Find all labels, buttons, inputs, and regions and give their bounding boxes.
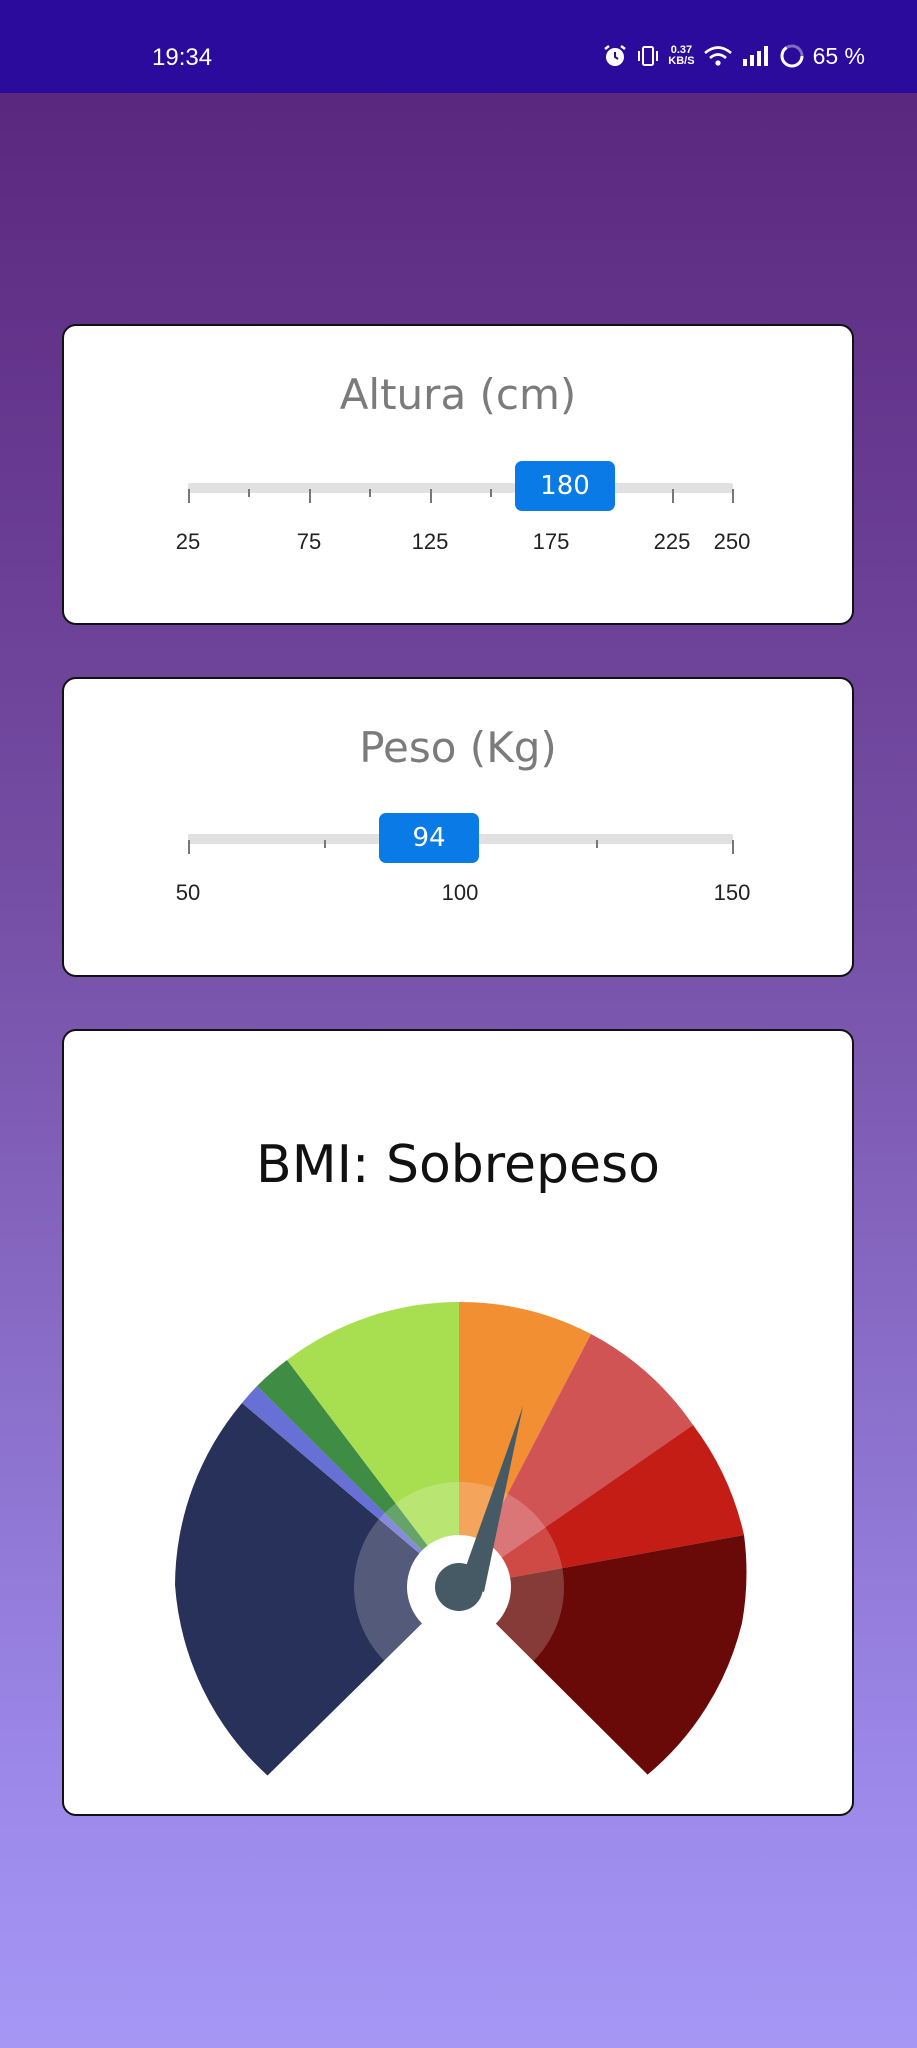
alarm-icon — [604, 45, 627, 66]
weight-slider-thumb[interactable]: 94 — [379, 813, 479, 863]
weight-card: Peso (Kg) 50 100 150 94 — [62, 677, 854, 977]
height-label-175: 175 — [532, 529, 570, 554]
height-tick-125 — [430, 489, 432, 503]
vibrate-icon — [638, 46, 659, 66]
height-label-125: 125 — [411, 529, 449, 554]
height-title: Altura (cm) — [339, 370, 577, 419]
gauge-needle-pivot — [435, 1563, 483, 1611]
wifi-icon — [703, 46, 732, 66]
height-tick-minor — [369, 489, 371, 497]
height-tick-75 — [309, 489, 311, 503]
height-tick-minor — [490, 489, 492, 497]
status-time: 19:34 — [152, 44, 213, 71]
weight-tick-50 — [188, 840, 190, 854]
height-label-75: 75 — [296, 529, 322, 554]
height-tick-25 — [188, 489, 190, 503]
weight-tick-minor — [324, 840, 326, 848]
status-bar: 19:34 0.37 KB/S 65 % — [0, 0, 917, 93]
battery-icon — [780, 44, 804, 68]
bmi-card: BMI: Sobrepeso — [62, 1029, 854, 1816]
height-label-25: 25 — [175, 529, 201, 554]
height-label-250: 250 — [713, 529, 751, 554]
height-tick-250 — [732, 489, 734, 503]
battery-level: 65 % — [812, 42, 865, 69]
height-tick-minor — [248, 489, 250, 497]
speed-unit: KB/S — [668, 55, 695, 67]
height-slider-thumb[interactable]: 180 — [515, 461, 615, 511]
height-slider-track[interactable] — [188, 483, 733, 493]
weight-title: Peso (Kg) — [359, 723, 557, 772]
weight-tick-150 — [732, 840, 734, 854]
network-speed: 0.37 KB/S — [668, 45, 694, 67]
weight-tick-minor — [596, 840, 598, 848]
status-icons: 0.37 KB/S 65 % — [602, 42, 865, 70]
weight-label-100: 100 — [441, 880, 479, 905]
weight-label-150: 150 — [713, 880, 751, 905]
height-tick-225 — [672, 489, 674, 503]
height-label-225: 225 — [653, 529, 691, 554]
weight-label-50: 50 — [175, 880, 201, 905]
height-card: Altura (cm) 25 75 125 175 225 250 180 — [62, 324, 854, 625]
bmi-gauge — [175, 1301, 747, 1781]
signal-icon — [742, 46, 768, 66]
